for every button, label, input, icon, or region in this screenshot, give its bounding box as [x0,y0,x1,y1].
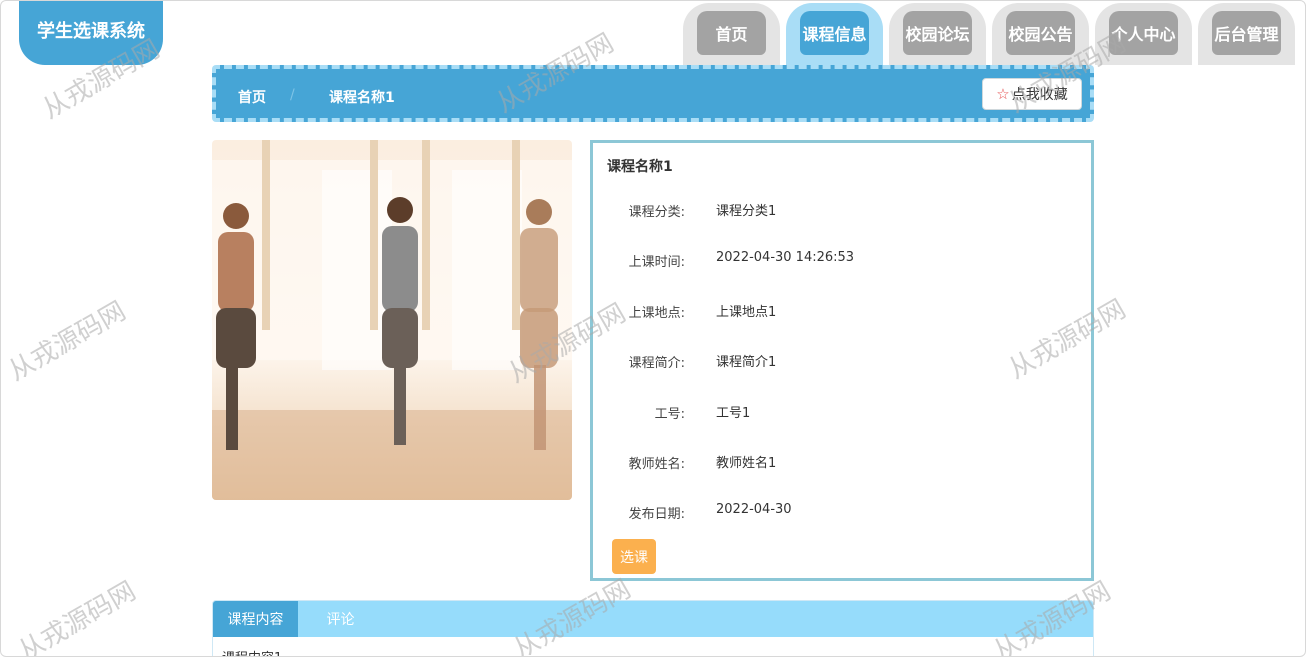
course-info-panel: 课程名称1 课程分类: 课程分类1 上课时间: 2022-04-30 14:26… [590,140,1094,581]
field-label: 课程分类: [628,205,685,220]
field-label: 上课时间: [628,255,685,270]
field-value: 2022-04-30 14:26:53 [716,250,855,265]
star-outline-icon: ☆ [996,85,1010,103]
field-label: 工号: [654,407,685,422]
favorite-label: 点我收藏 [1011,87,1068,103]
field-value: 课程简介1 [716,355,777,370]
field-teacher-name: 教师姓名: 教师姓名1 [593,451,1083,473]
field-category: 课程分类: 课程分类1 [593,199,1083,221]
detail-tabs: 课程内容 评论 课程内容1 [212,600,1094,656]
nav-item-forum[interactable]: 校园论坛 [889,3,986,65]
tab-course-content[interactable]: 课程内容 [213,601,298,637]
field-value: 工号1 [716,406,751,421]
breadcrumb: 首页 / 课程名称1 ☆ 点我收藏 [212,65,1094,122]
breadcrumb-separator: / [290,87,295,103]
tab-bar: 课程内容 评论 [213,601,1093,637]
field-value: 2022-04-30 [716,502,792,517]
watermark: 从戎源码网 [3,296,132,388]
nav-item-announcements[interactable]: 校园公告 [992,3,1089,65]
nav-item-courses[interactable]: 课程信息 [786,3,883,65]
tab-comments[interactable]: 评论 [298,601,383,637]
field-teacher-id: 工号: 工号1 [593,401,1083,423]
field-label: 发布日期: [628,507,685,522]
course-title: 课程名称1 [607,159,673,175]
nav-label: 校园公告 [1006,11,1075,55]
field-summary: 课程简介: 课程简介1 [593,350,1083,372]
field-value: 教师姓名1 [716,456,777,471]
nav-label: 校园论坛 [903,11,972,55]
nav-label: 后台管理 [1212,11,1281,55]
nav-label: 个人中心 [1109,11,1178,55]
watermark: 从戎源码网 [13,576,142,657]
tab-panel-content: 课程内容1 [213,637,1093,656]
site-logo[interactable]: 学生选课系统 [19,1,163,65]
page: 学生选课系统 首页 课程信息 校园论坛 校园公告 个人中心 后台管理 首页 / … [0,0,1306,657]
nav-item-home[interactable]: 首页 [683,3,780,65]
field-value: 课程分类1 [716,204,777,219]
field-class-time: 上课时间: 2022-04-30 14:26:53 [593,249,1083,271]
field-value: 上课地点1 [716,305,777,320]
select-course-button[interactable]: 选课 [612,539,656,574]
field-label: 课程简介: [628,356,685,371]
breadcrumb-current: 课程名称1 [329,90,395,106]
field-label: 上课地点: [628,306,685,321]
field-label: 教师姓名: [628,457,685,472]
nav-label: 课程信息 [800,11,869,55]
breadcrumb-home-link[interactable]: 首页 [238,87,266,107]
field-publish-date: 发布日期: 2022-04-30 [593,501,1083,523]
nav-item-admin[interactable]: 后台管理 [1198,3,1295,65]
field-location: 上课地点: 上课地点1 [593,300,1083,322]
nav-item-profile[interactable]: 个人中心 [1095,3,1192,65]
course-image [212,140,572,500]
favorite-button[interactable]: ☆ 点我收藏 [982,78,1082,110]
nav-label: 首页 [697,11,766,55]
main-nav: 首页 课程信息 校园论坛 校园公告 个人中心 后台管理 [677,3,1295,65]
